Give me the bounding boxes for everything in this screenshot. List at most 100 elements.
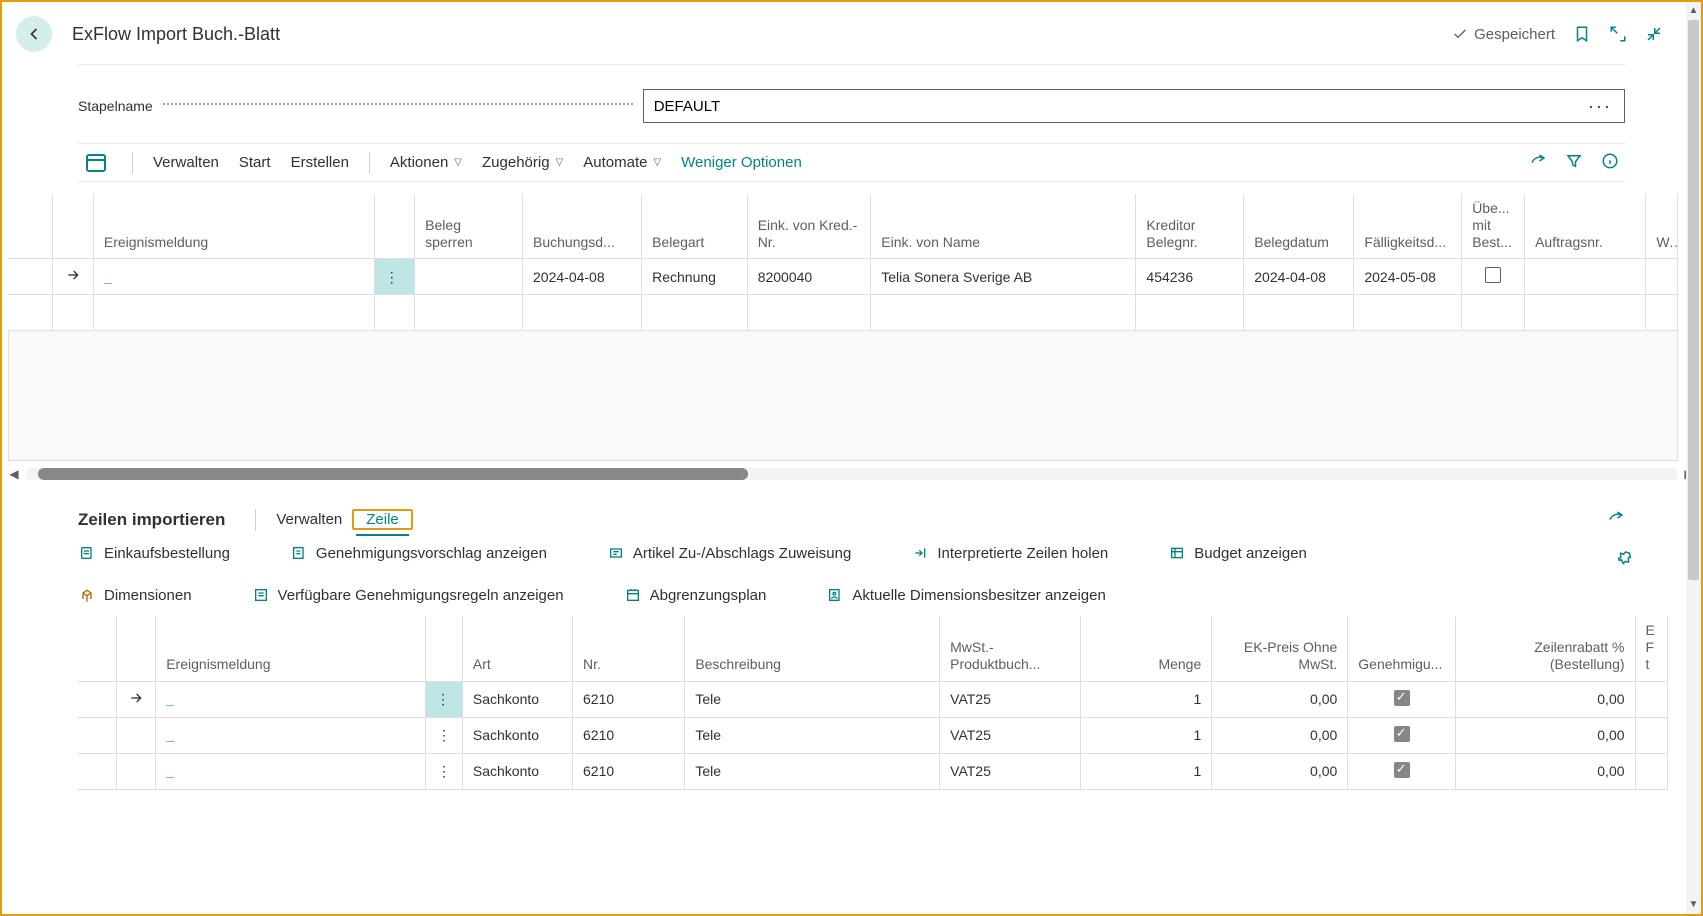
lcol-discount[interactable]: Zeilenrabatt % (Bestellung): [1456, 616, 1635, 681]
scroll-thumb[interactable]: [38, 468, 748, 480]
row-menu-button[interactable]: ⋮: [426, 681, 463, 717]
col-doc-type[interactable]: Belegart: [642, 194, 748, 259]
row-selector[interactable]: [117, 681, 156, 717]
action-deferral[interactable]: Abgrenzungsplan: [624, 586, 767, 604]
approve-checkbox[interactable]: [1394, 690, 1410, 706]
action-dimension-owners[interactable]: Aktuelle Dimensionsbesitzer anzeigen: [826, 586, 1105, 604]
row-menu-button[interactable]: ⋮: [426, 753, 463, 789]
chevron-down-icon: ▽: [556, 157, 564, 168]
arrow-left-icon: [24, 24, 44, 44]
action-purchase-order[interactable]: Einkaufsbestellung: [78, 544, 230, 562]
table-row[interactable]: _ ⋮ Sachkonto 6210 Tele VAT25 1 0,00 0,0…: [78, 753, 1668, 789]
pin-button[interactable]: [1617, 550, 1635, 571]
lcol-approve[interactable]: Genehmigu...: [1348, 616, 1456, 681]
batch-lookup-button[interactable]: ···: [1584, 96, 1616, 117]
event-link[interactable]: _: [104, 269, 112, 285]
page-title: ExFlow Import Buch.-Blatt: [72, 24, 280, 45]
rules-icon: [252, 586, 270, 604]
batch-name-label: Stapelname: [78, 98, 153, 114]
col-event[interactable]: Ereignismeldung: [93, 194, 374, 259]
horizontal-scrollbar[interactable]: ◀ ▶: [2, 467, 1701, 481]
saved-indicator: Gespeichert: [1452, 26, 1555, 43]
list-view-button[interactable]: [84, 151, 108, 175]
info-button[interactable]: [1601, 152, 1619, 173]
info-icon: [1601, 152, 1619, 170]
approve-checkbox[interactable]: [1394, 762, 1410, 778]
row-menu-button[interactable]: ⋮: [374, 259, 414, 295]
match-order-checkbox[interactable]: [1485, 267, 1501, 283]
list-icon: [84, 151, 108, 175]
event-link[interactable]: _: [166, 763, 174, 779]
chevron-down-icon: ▽: [454, 157, 462, 168]
action-dimensions[interactable]: Dimensionen: [78, 586, 192, 604]
back-button[interactable]: [16, 16, 52, 52]
document-icon: [78, 544, 96, 562]
col-w[interactable]: W...: [1646, 194, 1678, 259]
bookmark-button[interactable]: [1573, 25, 1591, 43]
lcol-event[interactable]: Ereignismeldung: [156, 616, 426, 681]
toolbar-actions[interactable]: Aktionen▽: [380, 150, 472, 175]
table-row[interactable]: _ ⋮ Sachkonto 6210 Tele VAT25 1 0,00 0,0…: [78, 681, 1668, 717]
toolbar-fewer-options[interactable]: Weniger Optionen: [671, 150, 812, 175]
saved-label: Gespeichert: [1474, 26, 1555, 43]
vertical-scrollbar[interactable]: ▲ ▼: [1686, 2, 1701, 914]
col-due-date[interactable]: Fälligkeitsd...: [1354, 194, 1462, 259]
collapse-button[interactable]: [1645, 25, 1663, 43]
lcol-type[interactable]: Art: [462, 616, 572, 681]
lcol-price[interactable]: EK-Preis Ohne MwSt.: [1212, 616, 1348, 681]
batch-name-input[interactable]: [652, 97, 1584, 116]
lcol-qty[interactable]: Menge: [1080, 616, 1212, 681]
lines-line-tab[interactable]: Zeile: [356, 505, 409, 536]
fetch-icon: [911, 544, 929, 562]
event-link[interactable]: _: [166, 727, 174, 743]
lcol-no[interactable]: Nr.: [573, 616, 685, 681]
action-approval-proposal[interactable]: Genehmigungsvorschlag anzeigen: [290, 544, 547, 562]
toolbar-related[interactable]: Zugehörig▽: [472, 150, 573, 175]
event-link[interactable]: _: [166, 691, 174, 707]
filter-button[interactable]: [1565, 152, 1583, 173]
action-budget[interactable]: Budget anzeigen: [1168, 544, 1307, 562]
lcol-vat[interactable]: MwSt.-Produktbuch...: [940, 616, 1080, 681]
toolbar-create[interactable]: Erstellen: [281, 150, 359, 175]
highlight-annotation: Zeile: [352, 509, 413, 530]
chevron-down-icon: ▽: [653, 157, 661, 168]
col-block[interactable]: Beleg sperren: [415, 194, 523, 259]
action-fetch-lines[interactable]: Interpretierte Zeilen holen: [911, 544, 1108, 562]
col-cred-docno[interactable]: Kreditor Belegnr.: [1136, 194, 1244, 259]
lines-share-button[interactable]: [1607, 514, 1625, 530]
popout-button[interactable]: [1609, 25, 1627, 43]
empty-row[interactable]: [8, 295, 1678, 331]
col-order-no[interactable]: Auftragsnr.: [1525, 194, 1646, 259]
scroll-down-arrow[interactable]: ▼: [1686, 896, 1701, 914]
lines-manage-tab[interactable]: Verwalten: [266, 505, 352, 534]
col-posting-date[interactable]: Buchungsd...: [523, 194, 642, 259]
col-vendor-name[interactable]: Eink. von Name: [871, 194, 1136, 259]
lines-grid[interactable]: Ereignismeldung Art Nr. Beschreibung MwS…: [78, 616, 1668, 789]
table-row[interactable]: _ ⋮ 2024-04-08 Rechnung 8200040 Telia So…: [8, 259, 1678, 295]
lcol-desc[interactable]: Beschreibung: [685, 616, 940, 681]
scroll-left-arrow[interactable]: ◀: [6, 467, 22, 481]
action-item-charge[interactable]: Artikel Zu-/Abschlags Zuweisung: [607, 544, 851, 562]
col-doc-date[interactable]: Belegdatum: [1244, 194, 1354, 259]
row-selector[interactable]: [53, 259, 93, 295]
action-approval-rules[interactable]: Verfügbare Genehmigungsregeln anzeigen: [252, 586, 564, 604]
toolbar-manage[interactable]: Verwalten: [143, 150, 229, 175]
line-actions: Einkaufsbestellung Genehmigungsvorschlag…: [78, 544, 1625, 604]
share-button[interactable]: [1529, 152, 1547, 173]
row-menu-button[interactable]: ⋮: [426, 717, 463, 753]
bookmark-icon: [1573, 25, 1591, 43]
vscroll-thumb[interactable]: [1688, 20, 1699, 580]
scroll-up-arrow[interactable]: ▲: [1686, 2, 1701, 20]
lcol-last[interactable]: EFt: [1635, 616, 1667, 681]
approve-checkbox[interactable]: [1394, 726, 1410, 742]
pin-icon: [1617, 550, 1635, 568]
page-header: ExFlow Import Buch.-Blatt Gespeichert: [2, 6, 1701, 62]
toolbar-start[interactable]: Start: [229, 150, 281, 175]
col-match-order[interactable]: Übe... mit Best...: [1462, 194, 1525, 259]
batch-name-input-wrap[interactable]: ···: [643, 89, 1625, 123]
table-row[interactable]: _ ⋮ Sachkonto 6210 Tele VAT25 1 0,00 0,0…: [78, 717, 1668, 753]
col-vendor-no[interactable]: Eink. von Kred.-Nr.: [747, 194, 871, 259]
dimensions-icon: [78, 586, 96, 604]
main-grid[interactable]: Ereignismeldung Beleg sperren Buchungsd.…: [8, 194, 1678, 331]
toolbar-automate[interactable]: Automate▽: [573, 150, 671, 175]
